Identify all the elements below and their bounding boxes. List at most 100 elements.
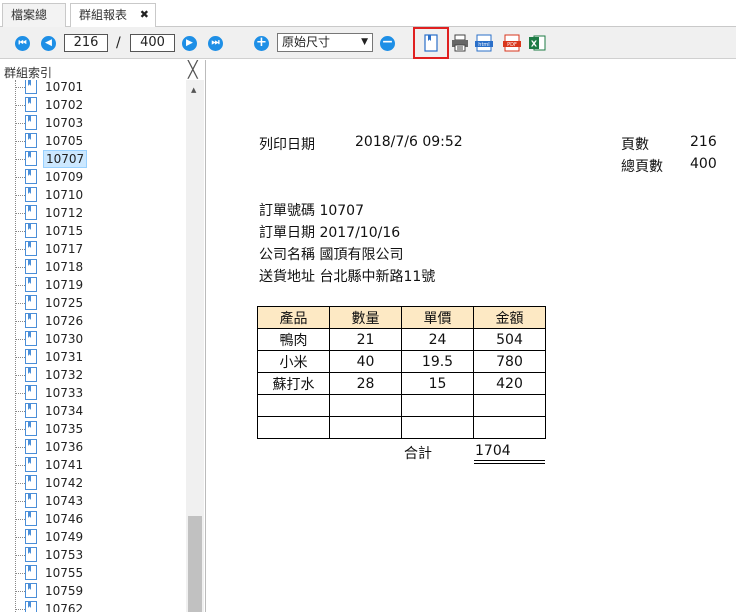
total-double-underline [474,463,545,464]
tree-item[interactable]: 10734 [0,402,186,420]
total-pages-value: 400 [690,156,717,172]
total-pages-field: 400 [130,34,175,52]
prev-page-icon[interactable]: ◀ [41,36,56,51]
tree-item[interactable]: 10755 [0,564,186,582]
tree-item-label: 10709 [45,170,84,184]
export-html-icon[interactable]: html [475,34,493,52]
document-icon [25,367,37,382]
current-page-input[interactable]: 216 [64,34,108,52]
print-icon[interactable] [451,34,469,52]
tree-connector [16,375,25,376]
tree-item[interactable]: 10762 [0,600,186,612]
tree-item-label: 10759 [45,584,84,598]
tree-item[interactable]: 10743 [0,492,186,510]
tree-connector [16,447,25,448]
last-page-icon[interactable]: ⏭ [208,36,223,51]
tree-connector [16,231,25,232]
table-cell [401,394,474,417]
zoom-select[interactable]: 原始尺寸 ▼ [277,33,373,52]
tree-item[interactable]: 10742 [0,474,186,492]
tree-connector [16,573,25,574]
tree-connector [16,141,25,142]
close-panel-icon[interactable]: ╳ [188,60,198,79]
tree-item[interactable]: 10735 [0,420,186,438]
table-cell [329,394,402,417]
tree-item[interactable]: 10712 [0,204,186,222]
tree-item[interactable]: 10701 [0,80,186,96]
document-icon [25,493,37,508]
print-date-label: 列印日期 [259,137,315,153]
table-cell [473,416,546,439]
tree-item[interactable]: 10718 [0,258,186,276]
tree-item[interactable]: 10731 [0,348,186,366]
tree-item[interactable]: 10746 [0,510,186,528]
next-page-icon[interactable]: ▶ [182,36,197,51]
vertical-scrollbar[interactable]: ▲ [186,80,204,612]
tree-item-label: 10719 [45,278,84,292]
document-icon [25,295,37,310]
table-header-row: 產品 數量 單價 金額 [257,306,546,329]
tree-item[interactable]: 10733 [0,384,186,402]
tree-item[interactable]: 10749 [0,528,186,546]
tree-item[interactable]: 10715 [0,222,186,240]
svg-text:html: html [478,42,489,48]
table-cell: 28 [329,372,402,395]
export-excel-icon[interactable]: X [528,34,546,52]
page-separator: / [116,35,121,51]
table-cell: 蘇打水 [257,372,330,395]
zoom-value: 原始尺寸 [282,35,331,49]
document-icon [25,565,37,580]
tree-item[interactable]: 10741 [0,456,186,474]
document-icon [25,169,37,184]
tree-connector [16,357,25,358]
svg-text:X: X [531,40,538,49]
zoom-in-icon[interactable]: + [254,36,269,51]
tree-item[interactable]: 10710 [0,186,186,204]
group-index-panel: 群組索引 ╳ 10701 10702 10703 10705 10707 10709 107… [0,60,206,612]
tree-connector [16,483,25,484]
tree-item-label: 10736 [45,440,84,454]
tree-item[interactable]: 10726 [0,312,186,330]
table-cell [257,394,330,417]
tree-item[interactable]: 10730 [0,330,186,348]
total-underline [474,460,545,461]
tree-connector [16,123,25,124]
tree-item[interactable]: 10719 [0,276,186,294]
tree-item-label: 10743 [45,494,84,508]
tree-connector [16,465,25,466]
tree-item-label: 10732 [45,368,84,382]
tree-item[interactable]: 10717 [0,240,186,258]
tree-item[interactable]: 10709 [0,168,186,186]
tab-group-report[interactable]: 群組報表 ✖ [70,3,156,28]
single-page-icon[interactable] [422,34,440,52]
document-icon [25,583,37,598]
tree-item[interactable]: 10702 [0,96,186,114]
tree-connector [16,393,25,394]
close-tab-icon[interactable]: ✖ [140,4,149,26]
tree-item-label: 10734 [45,404,84,418]
tab-file-manager[interactable]: 檔案總管 [2,3,66,44]
tree-item[interactable]: 10753 [0,546,186,564]
zoom-out-icon[interactable]: − [380,35,395,51]
company-name: 公司名稱 國頂有限公司 [259,247,404,263]
scroll-up-icon[interactable]: ▲ [191,86,196,94]
tree-item[interactable]: 10725 [0,294,186,312]
scroll-thumb[interactable] [188,516,202,612]
table-cell: 小米 [257,350,330,373]
tree-item[interactable]: 10732 [0,366,186,384]
tree-item[interactable]: 10707 [0,150,186,168]
document-icon [25,80,37,94]
tree-item[interactable]: 10759 [0,582,186,600]
document-icon [25,115,37,130]
tree-item[interactable]: 10736 [0,438,186,456]
tree-item[interactable]: 10703 [0,114,186,132]
first-page-icon[interactable]: ⏮ [15,36,30,51]
tree-connector [16,429,25,430]
tree-item[interactable]: 10705 [0,132,186,150]
table-cell [257,416,330,439]
tree-connector [16,411,25,412]
export-pdf-icon[interactable]: PDF [503,34,521,52]
tree-item-label: 10741 [45,458,84,472]
tree-item-label: 10762 [45,602,84,612]
document-icon [25,241,37,256]
